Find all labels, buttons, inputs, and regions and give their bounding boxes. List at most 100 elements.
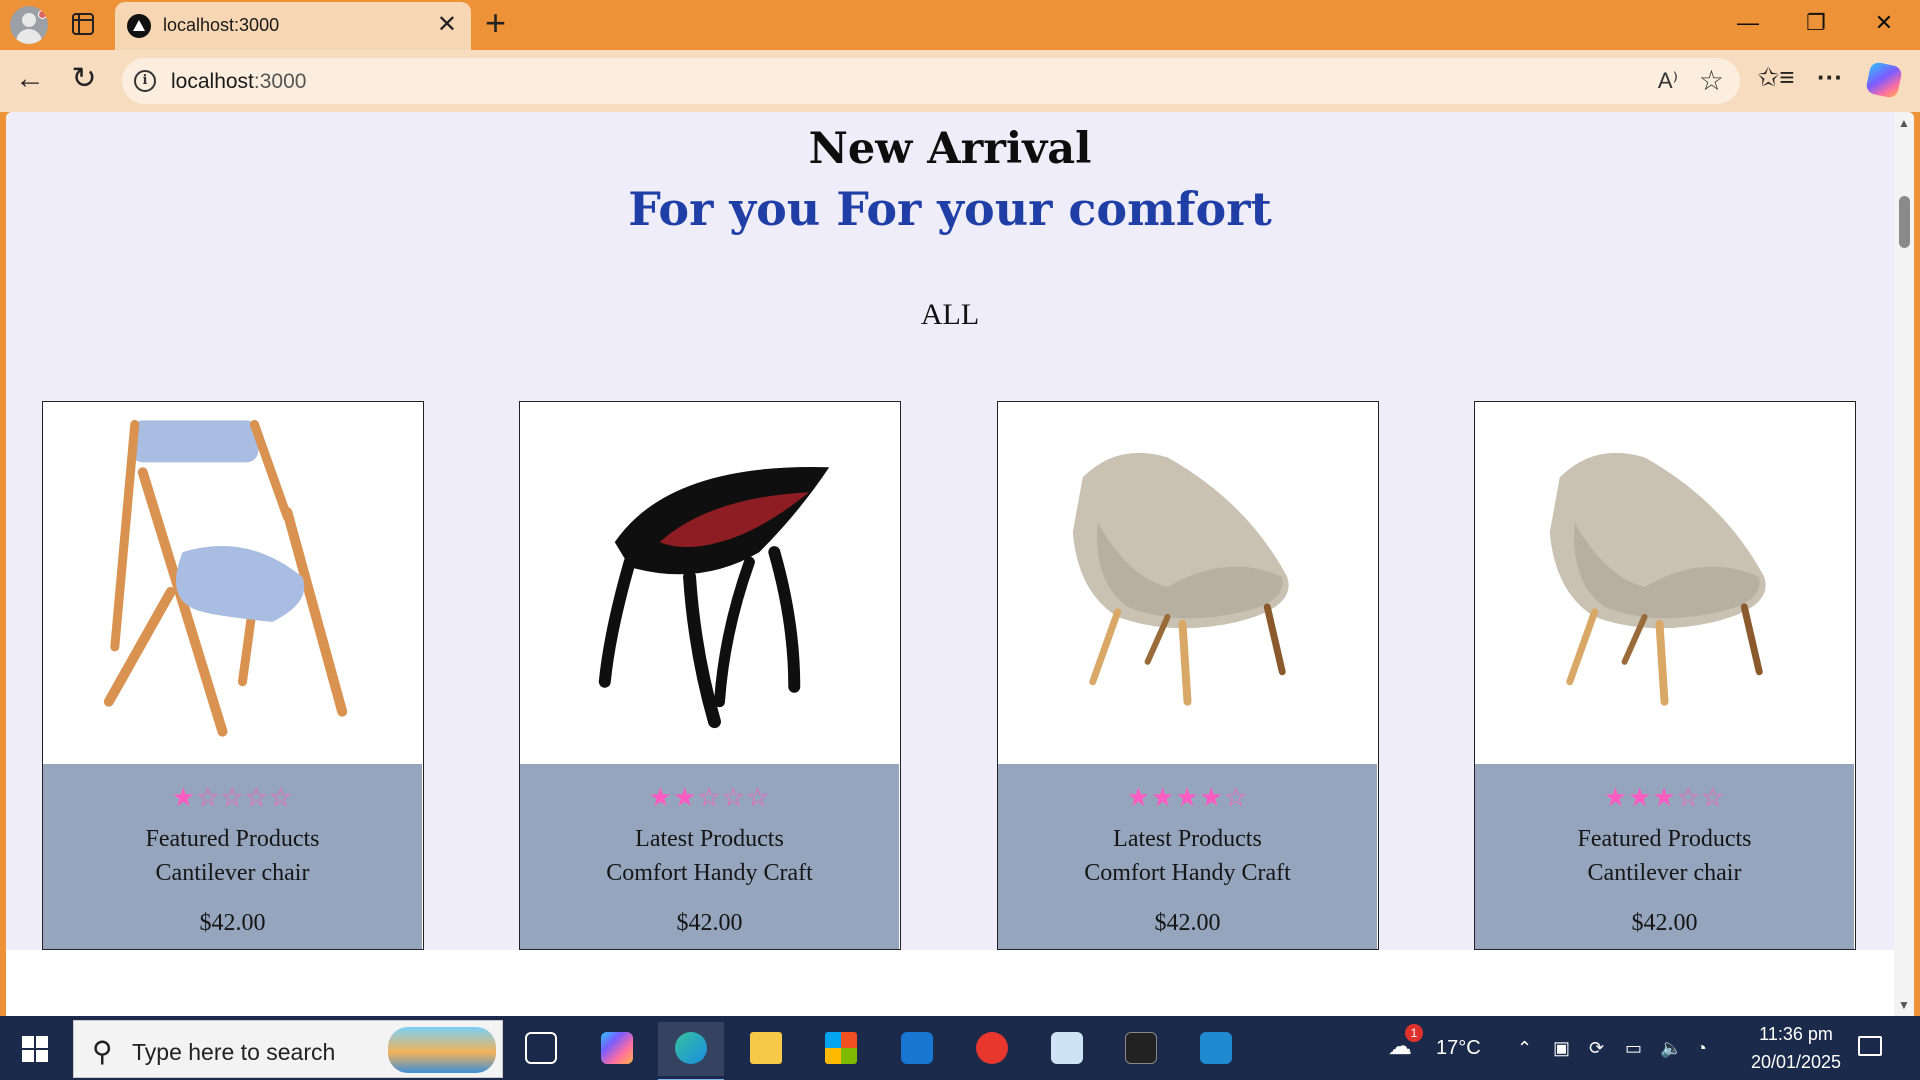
vscode-icon[interactable] [1183, 1022, 1249, 1076]
page-title: New Arrival [808, 124, 1092, 174]
product-card[interactable]: ★★★☆☆ Featured Products Cantilever chair… [1474, 401, 1856, 950]
browser-tab[interactable]: localhost:3000 ✕ [115, 2, 471, 50]
product-card[interactable]: ★★☆☆☆ Latest Products Comfort Handy Craf… [519, 401, 901, 950]
product-info: ★★★★☆ Latest Products Comfort Handy Craf… [998, 764, 1377, 949]
star-icon[interactable]: ☆ [1699, 64, 1724, 97]
star-filled-icon: ★ [1126, 783, 1152, 812]
copilot-icon[interactable] [1865, 61, 1903, 99]
star-empty-icon: ☆ [268, 783, 294, 812]
rating-stars: ★★★★☆ [998, 784, 1377, 812]
star-filled-icon: ★ [1175, 783, 1200, 812]
search-input[interactable]: Type here to search [132, 1039, 335, 1066]
weather-badge: 1 [1405, 1024, 1423, 1042]
star-filled-icon: ★ [1151, 783, 1176, 812]
microsoft-store-icon[interactable] [808, 1022, 874, 1076]
star-empty-icon: ☆ [1676, 783, 1701, 812]
page-subtitle: For you For your comfort [628, 182, 1272, 236]
search-icon: ⚲ [92, 1036, 113, 1067]
star-filled-icon: ★ [648, 783, 674, 812]
meet-now-icon[interactable]: ▣ [1553, 1038, 1570, 1059]
star-empty-icon: ☆ [745, 783, 771, 812]
product-category: Featured Products [145, 826, 320, 852]
product-info: ★★☆☆☆ Latest Products Comfort Handy Craf… [520, 764, 899, 949]
edge-icon[interactable] [658, 1022, 724, 1080]
close-icon[interactable]: ✕ [437, 12, 457, 38]
reload-icon[interactable]: ↻ [64, 62, 104, 96]
product-info: ★★★☆☆ Featured Products Cantilever chair… [1475, 764, 1854, 949]
search-highlight-image [388, 1027, 496, 1073]
new-arrival-section: New Arrival For you For your comfort ALL… [6, 112, 1894, 950]
more-icon[interactable]: ··· [1810, 62, 1850, 92]
star-filled-icon: ★ [1652, 783, 1677, 812]
window-close-button[interactable]: ✕ [1864, 10, 1904, 36]
star-empty-icon: ☆ [697, 783, 722, 812]
weather-temperature[interactable]: 17°C [1436, 1037, 1481, 1060]
copilot-app-icon[interactable] [584, 1022, 650, 1076]
windows-taskbar: ⚲ Type here to search ☁ 1 17°C ⌃ ▣ ⟳ ▭ 🔈… [0, 1016, 1920, 1080]
product-category: Latest Products [1113, 826, 1262, 852]
task-view-icon[interactable] [508, 1022, 574, 1076]
favorites-icon[interactable]: ✩≡ [1756, 62, 1796, 92]
product-name[interactable]: Comfort Handy Craft [520, 856, 899, 890]
battery-icon[interactable]: ▭ [1625, 1038, 1642, 1059]
star-empty-icon: ☆ [196, 783, 221, 812]
sync-icon[interactable]: ⟳ [1589, 1038, 1604, 1059]
rating-stars: ★☆☆☆☆ [43, 784, 422, 812]
arrow-left-icon[interactable]: ← [10, 62, 50, 96]
vertical-scrollbar[interactable]: ▲ ▼ [1894, 112, 1914, 1016]
profile-avatar-icon[interactable] [10, 6, 48, 44]
star-empty-icon: ☆ [244, 783, 269, 812]
windows-start-icon[interactable] [22, 1036, 48, 1062]
restore-button[interactable]: ❐ [1796, 10, 1836, 36]
product-category: Latest Products [635, 826, 784, 852]
terminal-icon[interactable] [1108, 1022, 1174, 1076]
product-name[interactable]: Cantilever chair [43, 856, 422, 890]
minimize-button[interactable]: — [1728, 10, 1768, 36]
wooden-folding-chair-image[interactable] [43, 402, 422, 764]
clock-time[interactable]: 11:36 pm [1736, 1024, 1856, 1045]
product-name[interactable]: Cantilever chair [1475, 856, 1854, 890]
file-explorer-icon[interactable] [733, 1022, 799, 1076]
rating-stars: ★★☆☆☆ [520, 784, 899, 812]
taskbar-search-box[interactable]: ⚲ Type here to search [73, 1020, 503, 1078]
tab-title: localhost:3000 [163, 15, 280, 35]
product-card[interactable]: ★☆☆☆☆ Featured Products Cantilever chair… [42, 401, 424, 950]
scroll-up-icon[interactable]: ▲ [1898, 116, 1910, 130]
notification-icon[interactable] [1858, 1036, 1882, 1056]
star-empty-icon: ☆ [721, 783, 746, 812]
star-filled-icon: ★ [673, 783, 698, 812]
scrollbar-thumb[interactable] [1899, 196, 1910, 248]
outlook-icon[interactable] [884, 1022, 950, 1076]
wifi-icon[interactable]: ◔ [1696, 1038, 1707, 1059]
product-category: Featured Products [1577, 826, 1752, 852]
clock-date[interactable]: 20/01/2025 [1736, 1052, 1856, 1073]
filter-all-tab[interactable]: ALL [6, 298, 1894, 332]
product-info: ★☆☆☆☆ Featured Products Cantilever chair… [43, 764, 422, 949]
tab-actions-icon[interactable] [72, 13, 94, 35]
notepad-icon[interactable] [1034, 1022, 1100, 1076]
read-aloud-icon[interactable]: A⁾ [1658, 68, 1678, 94]
black-red-designer-chair-image[interactable] [520, 402, 899, 764]
product-price: $42.00 [199, 910, 266, 936]
chevron-up-icon[interactable]: ⌃ [1517, 1038, 1532, 1059]
address-bar[interactable]: i localhost:3000 A⁾ ☆ [122, 58, 1740, 104]
site-favicon [127, 14, 151, 38]
product-price: $42.00 [1631, 910, 1698, 936]
browser-title-bar: localhost:3000 ✕ + — ❐ ✕ [0, 0, 1920, 50]
volume-icon[interactable]: 🔈 [1660, 1038, 1682, 1059]
woven-lounge-chair-image[interactable] [1475, 402, 1854, 764]
browser-toolbar: ← ↻ i localhost:3000 A⁾ ☆ ✩≡ ··· [0, 50, 1920, 112]
rating-stars: ★★★☆☆ [1475, 784, 1854, 812]
scroll-down-icon[interactable]: ▼ [1898, 998, 1910, 1012]
star-filled-icon: ★ [171, 783, 197, 812]
new-tab-button[interactable]: + [485, 5, 506, 41]
star-empty-icon: ☆ [1700, 783, 1726, 812]
product-card[interactable]: ★★★★☆ Latest Products Comfort Handy Craf… [997, 401, 1379, 950]
url-text[interactable]: localhost:3000 [171, 70, 306, 94]
woven-lounge-chair-image[interactable] [998, 402, 1377, 764]
star-filled-icon: ★ [1628, 783, 1653, 812]
product-price: $42.00 [676, 910, 743, 936]
wps-office-icon[interactable] [959, 1022, 1025, 1076]
info-icon[interactable]: i [134, 70, 156, 92]
product-name[interactable]: Comfort Handy Craft [998, 856, 1377, 890]
